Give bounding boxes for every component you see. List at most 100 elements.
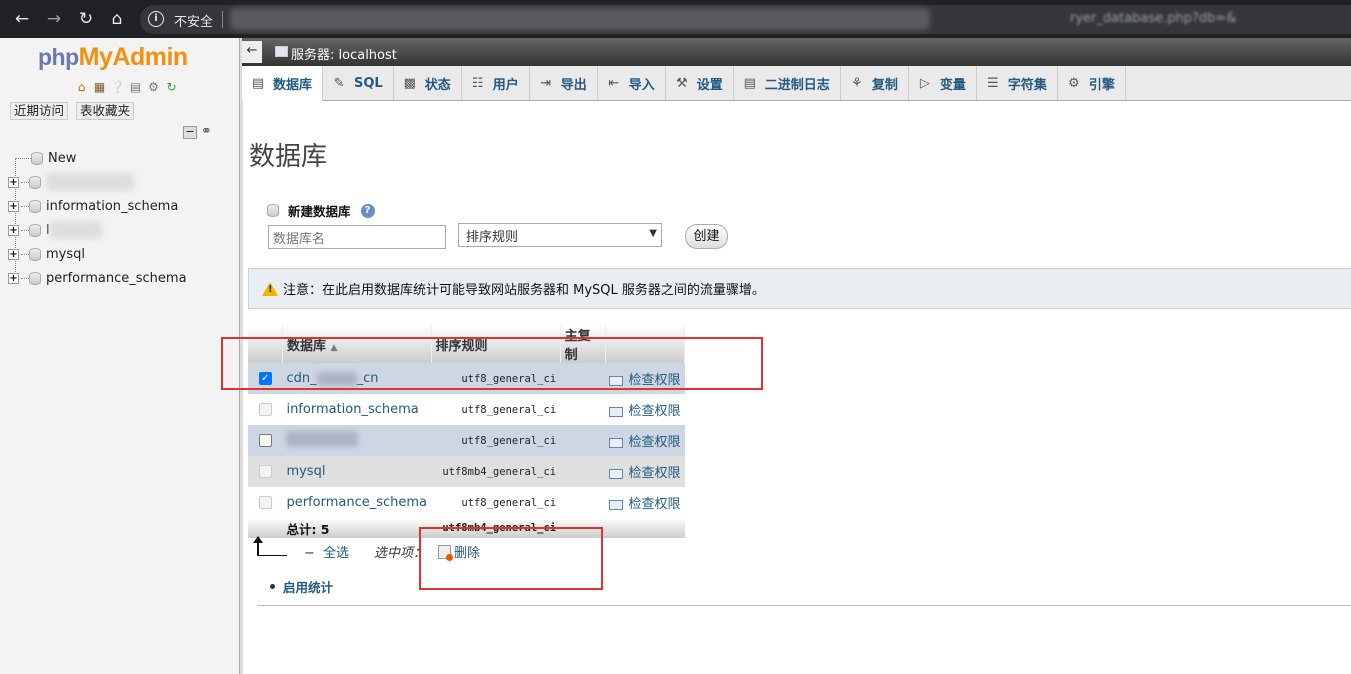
total-count: 总计: 5 <box>282 518 431 538</box>
divider <box>222 11 223 28</box>
refresh-icon[interactable]: ↻ <box>164 80 179 95</box>
database-icon <box>29 247 41 261</box>
reload-icon[interactable]: ↻ <box>76 9 96 29</box>
tab-export[interactable]: ⇥ 导出 <box>530 66 598 100</box>
help-icon[interactable]: ❔ <box>110 80 125 95</box>
blurred-label <box>46 173 134 191</box>
new-database-icon <box>267 204 279 217</box>
tab-binlog[interactable]: ▤ 二进制日志 <box>734 66 841 100</box>
exit-icon[interactable]: ▦ <box>92 80 107 95</box>
tab-engines[interactable]: ⚙ 引擎 <box>1058 66 1126 100</box>
tab-sql[interactable]: ✎ SQL <box>323 66 394 100</box>
database-icon <box>29 271 41 285</box>
home-icon[interactable]: ⌂ <box>107 9 127 29</box>
divider <box>257 605 1351 606</box>
collation-select[interactable]: 排序规则 ▼ <box>458 223 662 247</box>
server-breadcrumb: ← 服务器: localhost <box>242 38 1351 66</box>
tab-import[interactable]: ⇤ 导入 <box>598 66 666 100</box>
collation-cell: utf8_general_ci <box>431 425 561 456</box>
privileges-icon <box>609 437 624 448</box>
tab-settings[interactable]: ⚒ 设置 <box>666 66 734 100</box>
phpmyadmin-logo[interactable]: phpMyAdmin <box>38 43 188 72</box>
privileges-icon <box>609 499 624 510</box>
variables-icon: ▷ <box>919 75 930 91</box>
back-arrow-icon[interactable]: ← <box>12 9 32 29</box>
recent-button[interactable]: 近期访问 <box>10 102 69 120</box>
collation-cell: utf8_general_ci <box>431 394 561 425</box>
collapse-all-icon[interactable]: − <box>183 126 197 139</box>
charset-icon: ☰ <box>987 75 999 91</box>
expand-icon[interactable]: + <box>8 272 19 284</box>
select-all-link[interactable]: − 全选 <box>304 542 349 561</box>
table-row[interactable]: performance_schema utf8_general_ci 检查权限 <box>248 487 685 518</box>
server-label[interactable]: 服务器: localhost <box>291 44 397 63</box>
server-icon <box>275 46 288 57</box>
database-icon <box>29 199 41 213</box>
enable-statistics-link[interactable]: 启用统计 <box>270 577 333 596</box>
blurred-label <box>49 221 102 239</box>
database-name-input[interactable]: 数据库名 <box>268 225 446 249</box>
export-icon: ⇥ <box>540 75 552 91</box>
check-privileges-link[interactable]: 检查权限 <box>605 425 685 456</box>
database-icon <box>29 223 41 237</box>
table-row[interactable]: mysql utf8mb4_general_ci 检查权限 <box>248 456 685 487</box>
collation-cell: utf8mb4_general_ci <box>431 456 561 487</box>
database-name-link[interactable]: information_schema <box>282 394 431 425</box>
forward-arrow-icon[interactable]: → <box>44 9 64 29</box>
info-icon[interactable]: i <box>148 11 164 27</box>
tab-replication[interactable]: ⚘ 复制 <box>841 66 909 100</box>
status-icon: ▩ <box>403 75 416 91</box>
users-icon: ☷ <box>471 75 484 91</box>
create-database-heading: 新建数据库 ? <box>267 201 375 220</box>
docs-icon[interactable]: ▤ <box>128 80 143 95</box>
check-privileges-link[interactable]: 检查权限 <box>605 456 685 487</box>
expand-icon[interactable]: + <box>8 248 19 260</box>
create-button[interactable]: 创建 <box>685 224 728 249</box>
sql-icon: ✎ <box>333 75 345 91</box>
expand-icon[interactable]: + <box>8 224 19 236</box>
privileges-icon <box>609 468 624 479</box>
database-tree: New + + information_schema + l + mysql +… <box>8 146 238 290</box>
table-row[interactable]: utf8_general_ci 检查权限 <box>248 425 685 456</box>
settings-icon: ⚒ <box>675 75 688 91</box>
home-icon[interactable]: ⌂ <box>74 80 89 95</box>
blurred-database-name[interactable] <box>286 430 359 447</box>
database-icon: ▤ <box>251 75 265 91</box>
tree-item[interactable]: + l <box>8 218 238 242</box>
collapse-nav-arrow-icon[interactable]: ← <box>242 41 262 63</box>
page-title: 数据库 <box>249 142 328 172</box>
tab-databases[interactable]: ▤ 数据库 <box>242 66 324 101</box>
tree-item-information-schema[interactable]: + information_schema <box>8 194 238 218</box>
arrow-up-icon <box>253 536 287 556</box>
link-icon[interactable]: ⚭ <box>201 124 212 139</box>
tree-item-performance-schema[interactable]: + performance_schema <box>8 266 238 290</box>
tab-charset[interactable]: ☰ 字符集 <box>977 66 1058 100</box>
tab-users[interactable]: ☷ 用户 <box>462 66 530 100</box>
expand-icon[interactable]: + <box>8 200 19 212</box>
settings-icon[interactable]: ⚙ <box>146 80 161 95</box>
tab-status[interactable]: ▩ 状态 <box>394 66 462 100</box>
tree-item[interactable]: + <box>8 170 238 194</box>
engine-icon: ⚙ <box>1068 75 1080 91</box>
tab-variables[interactable]: ▷ 变量 <box>909 66 977 100</box>
bullet <box>270 584 275 589</box>
replication-icon: ⚘ <box>850 75 863 91</box>
expand-icon[interactable]: + <box>8 176 19 188</box>
table-row[interactable]: information_schema utf8_general_ci 检查权限 <box>248 394 685 425</box>
database-name-link[interactable]: mysql <box>282 456 431 487</box>
help-icon[interactable]: ? <box>360 203 375 218</box>
quick-icons: ⌂ ▦ ❔ ▤ ⚙ ↻ <box>74 80 179 95</box>
row-checkbox <box>258 496 272 509</box>
address-bar[interactable]: i 不安全 ryer_database.php?db=& <box>140 5 1351 34</box>
database-name-link[interactable]: performance_schema <box>282 487 431 518</box>
check-privileges-link[interactable]: 检查权限 <box>605 394 685 425</box>
collation-cell: utf8_general_ci <box>431 487 561 518</box>
browser-toolbar: ← → ↻ ⌂ i 不安全 ryer_database.php?db=& <box>0 0 1351 38</box>
tree-item-mysql[interactable]: + mysql <box>8 242 238 266</box>
row-checkbox[interactable] <box>258 434 272 447</box>
favorites-button[interactable]: 表收藏夹 <box>76 102 135 120</box>
highlight-box-delete <box>419 527 603 590</box>
row-checkbox <box>258 465 272 478</box>
tree-item-new[interactable]: New <box>8 146 238 170</box>
check-privileges-link[interactable]: 检查权限 <box>605 487 685 518</box>
